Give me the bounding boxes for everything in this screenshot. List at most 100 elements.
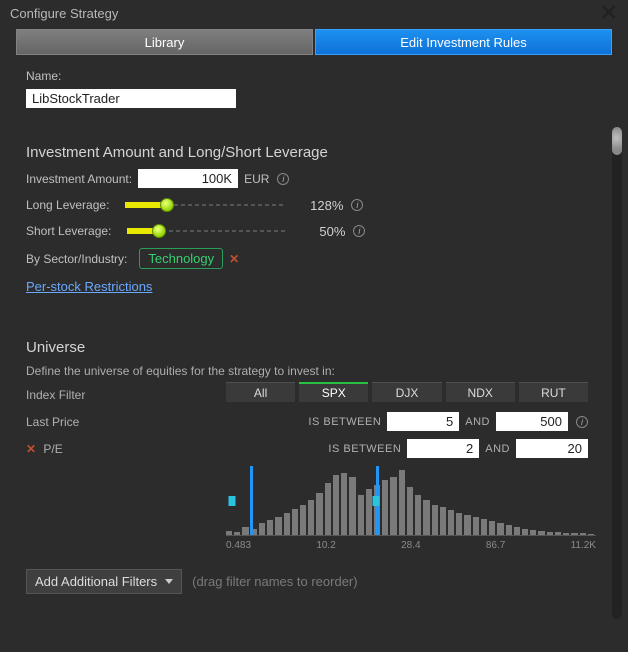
per-stock-restrictions-link[interactable]: Per-stock Restrictions xyxy=(26,279,152,294)
histogram-bar xyxy=(226,531,232,535)
xtick: 10.2 xyxy=(316,540,335,551)
investment-amount-label: Investment Amount: xyxy=(26,172,132,186)
histogram-bar xyxy=(506,525,512,535)
pe-label: ✕ P/E xyxy=(26,442,226,456)
range-marker[interactable] xyxy=(229,496,236,506)
histogram-bar xyxy=(316,493,322,535)
histogram-bar xyxy=(522,529,528,535)
histogram-bar xyxy=(580,533,586,535)
histogram-bar xyxy=(275,517,281,535)
universe-subtitle: Define the universe of equities for the … xyxy=(26,364,588,378)
slider-thumb[interactable] xyxy=(160,198,174,212)
index-tab-ndx[interactable]: NDX xyxy=(446,382,515,402)
histogram-bar xyxy=(456,513,462,535)
short-leverage-label: Short Leverage: xyxy=(26,224,111,238)
histogram-bar xyxy=(308,500,314,535)
histogram-bar xyxy=(530,530,536,535)
index-tab-spx[interactable]: SPX xyxy=(299,382,368,402)
remove-icon[interactable]: ✕ xyxy=(26,442,36,456)
histogram-bar xyxy=(407,487,413,535)
histogram-bar xyxy=(473,517,479,535)
chevron-down-icon xyxy=(165,579,173,584)
histogram-bar xyxy=(399,470,405,535)
universe-heading: Universe xyxy=(26,339,588,356)
histogram-bar xyxy=(489,521,495,535)
histogram-bar xyxy=(448,510,454,535)
leverage-heading: Investment Amount and Long/Short Leverag… xyxy=(26,144,588,161)
tab-library[interactable]: Library xyxy=(16,29,313,55)
histogram-bar xyxy=(440,507,446,535)
currency-label: EUR xyxy=(244,172,269,186)
range-marker[interactable] xyxy=(373,496,380,506)
histogram-bar xyxy=(514,527,520,535)
histogram-bar xyxy=(497,523,503,535)
histogram-bar xyxy=(538,531,544,535)
xtick: 0.483 xyxy=(226,540,251,551)
and-label: AND xyxy=(465,416,490,428)
index-tab-all[interactable]: All xyxy=(226,382,295,402)
last-price-label: Last Price xyxy=(26,415,226,429)
range-line[interactable] xyxy=(250,466,253,535)
histogram-bar xyxy=(284,513,290,535)
add-filter-dropdown[interactable]: Add Additional Filters xyxy=(26,569,182,594)
histogram-bar xyxy=(571,533,577,535)
info-icon[interactable]: i xyxy=(277,173,289,185)
histogram-bar xyxy=(259,523,265,535)
short-leverage-value: 50% xyxy=(297,224,345,239)
info-icon[interactable]: i xyxy=(351,199,363,211)
operator-label: IS BETWEEN xyxy=(328,443,401,455)
info-icon[interactable]: i xyxy=(353,225,365,237)
histogram-bar xyxy=(382,480,388,535)
histogram-bar xyxy=(341,473,347,535)
short-leverage-slider[interactable] xyxy=(127,224,287,238)
xtick: 28.4 xyxy=(401,540,420,551)
info-icon[interactable]: i xyxy=(576,416,588,428)
close-icon[interactable]: ✕ xyxy=(600,6,618,21)
histogram-bar xyxy=(481,519,487,535)
sector-tag[interactable]: Technology xyxy=(139,248,223,269)
histogram-bar xyxy=(415,495,421,535)
name-input[interactable] xyxy=(26,89,236,108)
histogram-bar xyxy=(234,532,240,535)
remove-icon[interactable]: ✕ xyxy=(229,252,239,266)
histogram-bar xyxy=(464,515,470,535)
histogram-bar xyxy=(292,509,298,535)
long-leverage-label: Long Leverage: xyxy=(26,198,109,212)
histogram-xaxis: 0.483 10.2 28.4 86.7 11.2K xyxy=(226,540,596,551)
pe-histogram[interactable] xyxy=(226,466,596,536)
histogram-bar xyxy=(547,532,553,535)
scrollbar-thumb[interactable] xyxy=(612,127,622,155)
long-leverage-value: 128% xyxy=(295,198,343,213)
investment-amount-input[interactable] xyxy=(138,169,238,188)
reorder-hint: (drag filter names to reorder) xyxy=(192,574,357,589)
index-tab-djx[interactable]: DJX xyxy=(372,382,441,402)
histogram-bar xyxy=(588,534,594,535)
operator-label: IS BETWEEN xyxy=(308,416,381,428)
last-price-max-input[interactable] xyxy=(496,412,568,431)
pe-max-input[interactable] xyxy=(516,439,588,458)
histogram-bar xyxy=(325,483,331,535)
window-title: Configure Strategy xyxy=(10,6,118,21)
histogram-bar xyxy=(267,520,273,535)
histogram-bar xyxy=(555,532,561,535)
sector-label: By Sector/Industry: xyxy=(26,252,127,266)
histogram-bar xyxy=(333,475,339,535)
histogram-bar xyxy=(366,489,372,535)
histogram-bar xyxy=(423,500,429,535)
long-leverage-slider[interactable] xyxy=(125,198,285,212)
index-filter-label: Index Filter xyxy=(26,388,226,402)
histogram-bar xyxy=(432,505,438,535)
index-tab-rut[interactable]: RUT xyxy=(519,382,588,402)
and-label: AND xyxy=(485,443,510,455)
last-price-min-input[interactable] xyxy=(387,412,459,431)
histogram-bar xyxy=(300,505,306,535)
xtick: 11.2K xyxy=(571,540,596,551)
xtick: 86.7 xyxy=(486,540,505,551)
histogram-bar xyxy=(242,527,248,535)
slider-thumb[interactable] xyxy=(152,224,166,238)
histogram-bar xyxy=(563,533,569,535)
pe-min-input[interactable] xyxy=(407,439,479,458)
scrollbar[interactable] xyxy=(612,127,622,619)
histogram-bar xyxy=(358,495,364,535)
tab-edit-rules[interactable]: Edit Investment Rules xyxy=(315,29,612,55)
